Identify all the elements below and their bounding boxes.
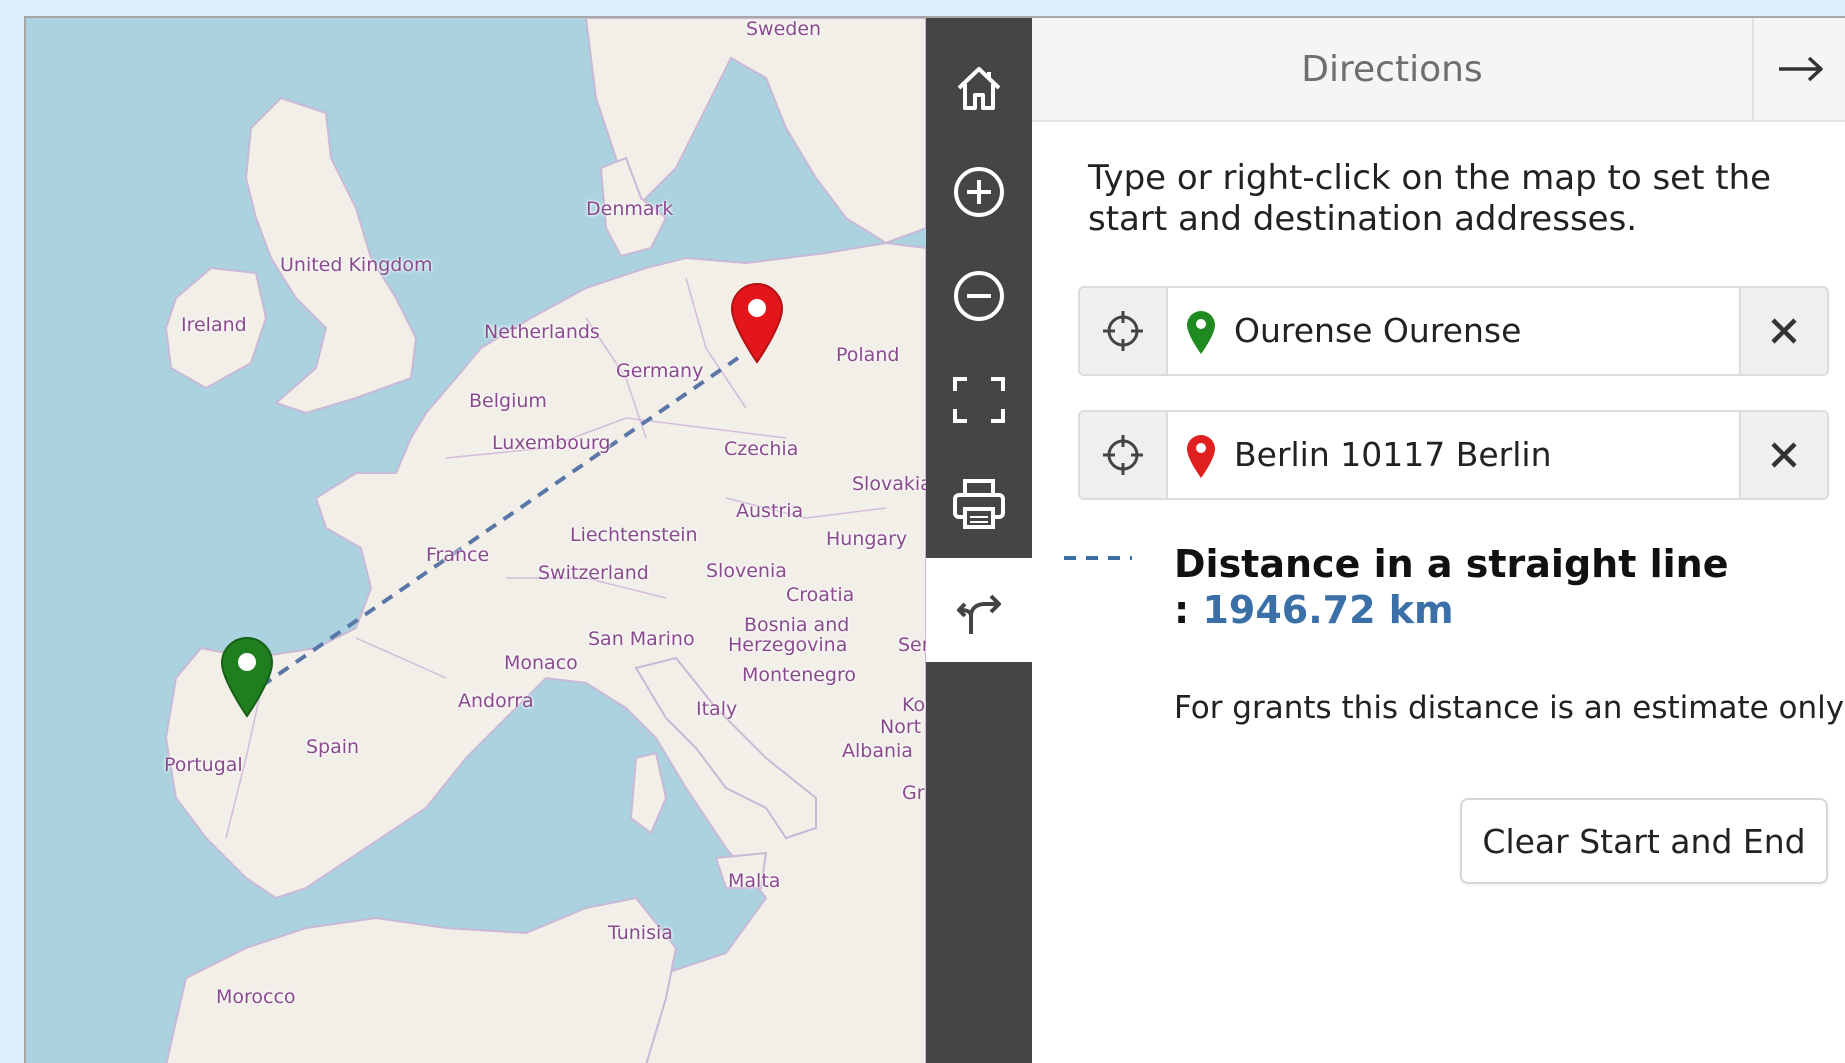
distance-separator: : [1174, 588, 1203, 632]
map-label: Malta [728, 870, 781, 892]
map-label: Belgium [469, 390, 547, 412]
map-label: Switzerland [538, 562, 649, 584]
print-button[interactable] [926, 452, 1032, 556]
map-label: Serb [898, 634, 926, 656]
directions-icon [957, 594, 1001, 634]
end-map-marker-icon[interactable] [728, 280, 786, 364]
map-label: Liechtenstein [570, 524, 698, 546]
map-label: Denmark [586, 198, 674, 220]
start-address-row: Ourense Ourense [1078, 286, 1829, 376]
map-label: Slovenia [706, 560, 787, 582]
map-label: Portugal [164, 754, 243, 776]
map-label: Czechia [724, 438, 799, 460]
map-label: Gr [902, 782, 925, 804]
end-address-input[interactable]: Berlin 10117 Berlin [1234, 412, 1551, 498]
end-marker-icon [1187, 435, 1215, 478]
directions-instructions: Type or right-click on the map to set th… [1088, 158, 1772, 239]
map-label: Spain [306, 736, 360, 758]
crosshair-icon [1103, 435, 1143, 475]
printer-icon [953, 479, 1005, 529]
map-label: Sweden [746, 18, 822, 40]
dashed-line-legend-icon [1064, 556, 1132, 560]
end-locate-button[interactable] [1080, 412, 1168, 498]
panel-header: Directions [1032, 18, 1845, 122]
map-label: Monaco [504, 652, 578, 674]
distance-line: : 1946.72 km [1174, 588, 1454, 632]
start-map-marker-icon[interactable] [218, 634, 276, 718]
map-base [164, 18, 926, 1063]
map-label: Hungary [826, 528, 908, 550]
map-label: Poland [836, 344, 900, 366]
close-icon [1771, 442, 1797, 468]
map-label: Luxembourg [492, 432, 611, 454]
map-label: Tunisia [608, 922, 673, 944]
map-label: Bosnia and [744, 614, 850, 636]
clear-end-button[interactable] [1739, 412, 1827, 498]
clear-start-button[interactable] [1739, 288, 1827, 374]
map-label: Morocco [216, 986, 296, 1008]
map-label: Slovakia [852, 473, 926, 495]
app-frame: Sweden Denmark United Kingdom Ireland Nether… [24, 16, 1845, 1063]
map-label: Austria [736, 500, 804, 522]
map-label: United Kingdom [280, 254, 433, 276]
start-address-input[interactable]: Ourense Ourense [1234, 288, 1521, 374]
arrow-right-icon [1778, 56, 1823, 82]
map-label: San Marino [588, 628, 695, 650]
clear-start-end-button[interactable]: Clear Start and End [1460, 798, 1828, 884]
map-label: Andorra [458, 690, 534, 712]
distance-note: For grants this distance is an estimate … [1174, 690, 1845, 726]
home-icon [957, 67, 1001, 110]
map-label: Herzegovina [728, 634, 848, 656]
end-address-row: Berlin 10117 Berlin [1078, 410, 1829, 500]
map-label: France [426, 544, 490, 566]
crosshair-icon [1103, 311, 1143, 351]
plus-circle-icon [954, 167, 1004, 217]
minus-circle-icon [954, 271, 1004, 321]
map-label: Netherlands [484, 321, 600, 343]
zoom-out-button[interactable] [926, 244, 1032, 348]
map-label: Kos [902, 694, 926, 716]
directions-panel: Directions Type or right-click on the ma… [1032, 18, 1845, 1063]
distance-value: 1946.72 km [1202, 588, 1454, 632]
map-label: Montenegro [742, 664, 857, 686]
start-locate-button[interactable] [1080, 288, 1168, 374]
panel-title: Directions [1301, 49, 1483, 90]
start-marker-icon [1187, 311, 1215, 354]
map-toolbar [926, 18, 1032, 1063]
fullscreen-button[interactable] [926, 348, 1032, 452]
distance-label: Distance in a straight line [1174, 542, 1729, 586]
map-label: Albania [842, 740, 913, 762]
home-button[interactable] [926, 36, 1032, 140]
collapse-panel-button[interactable] [1752, 18, 1845, 120]
map-label: Croatia [786, 584, 855, 606]
map-view[interactable]: Sweden Denmark United Kingdom Ireland Nether… [26, 18, 926, 1063]
fullscreen-icon [953, 377, 1005, 423]
close-icon [1771, 318, 1797, 344]
zoom-in-button[interactable] [926, 140, 1032, 244]
directions-button[interactable] [926, 558, 1032, 662]
map-label: Italy [696, 698, 738, 720]
map-label: Ireland [181, 314, 247, 336]
map-label: Germany [616, 360, 704, 382]
map-label: Nort [880, 716, 922, 738]
